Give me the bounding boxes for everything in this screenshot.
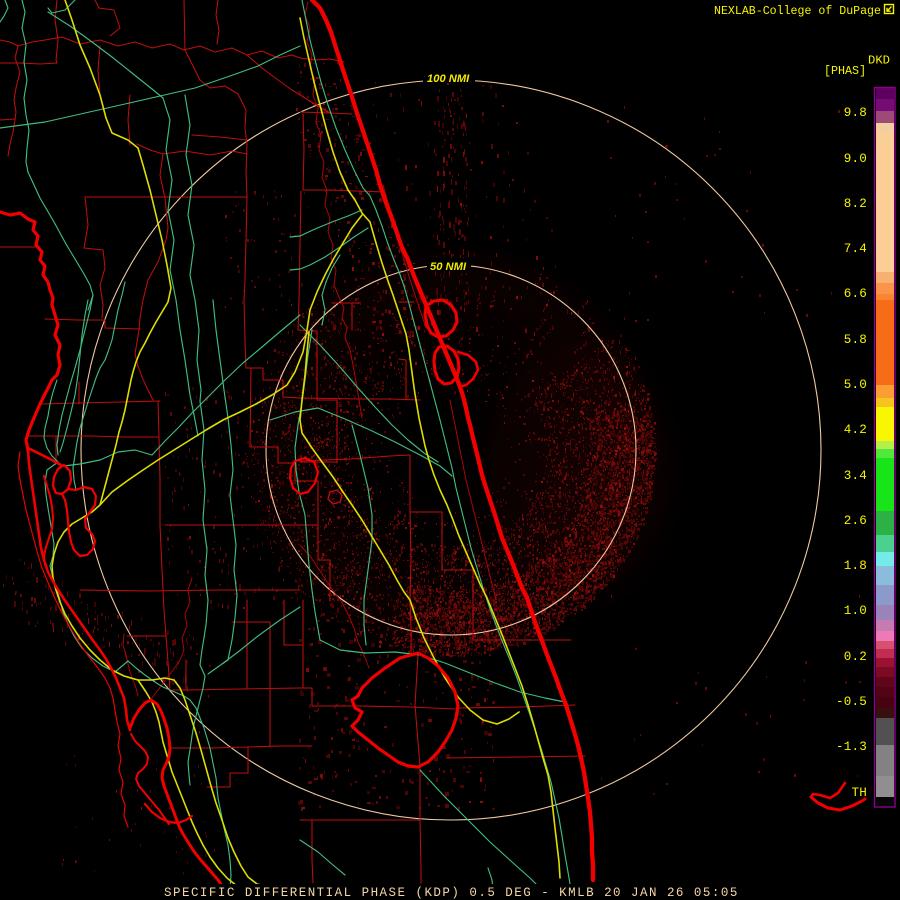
svg-text:100 NMI: 100 NMI [427, 73, 470, 85]
svg-text:SPECIFIC DIFFERENTIAL PHASE (K: SPECIFIC DIFFERENTIAL PHASE (KDP) 0.5 DE… [164, 886, 739, 900]
svg-text:4.2: 4.2 [844, 423, 867, 437]
svg-text:7.4: 7.4 [844, 242, 867, 256]
svg-text:6.6: 6.6 [844, 287, 867, 301]
svg-text:0.2: 0.2 [844, 650, 867, 664]
svg-text:3.4: 3.4 [844, 469, 867, 483]
svg-text:5.8: 5.8 [844, 333, 867, 347]
svg-text:-1.3: -1.3 [836, 740, 867, 754]
svg-text:2.6: 2.6 [844, 514, 867, 528]
svg-text:9.8: 9.8 [844, 106, 867, 120]
svg-text:DKD: DKD [868, 54, 890, 68]
svg-text:NEXLAB-College of DuPage: NEXLAB-College of DuPage [714, 5, 881, 18]
svg-text:-0.5: -0.5 [836, 695, 867, 709]
svg-text:TH: TH [851, 786, 867, 800]
svg-text:9.0: 9.0 [844, 152, 867, 166]
svg-text:[PHAS]: [PHAS] [824, 64, 866, 78]
svg-text:1.8: 1.8 [844, 559, 867, 573]
svg-text:8.2: 8.2 [844, 197, 867, 211]
svg-text:1.0: 1.0 [844, 604, 867, 618]
svg-text:50 NMI: 50 NMI [430, 261, 467, 273]
svg-text:5.0: 5.0 [844, 378, 867, 392]
